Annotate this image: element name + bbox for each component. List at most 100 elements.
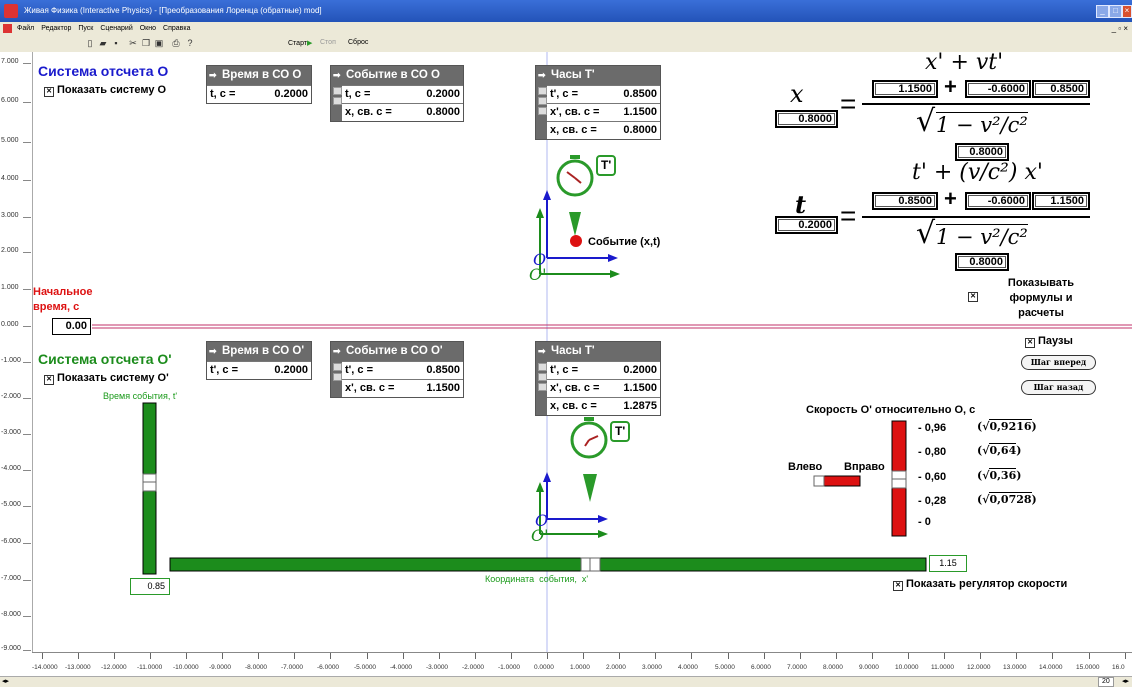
meter-value: 0.8500: [623, 88, 657, 100]
arrow-icon: ➡: [333, 70, 341, 80]
clock-bottom-icon: [570, 417, 608, 459]
meter-title: Событие в СО O: [346, 69, 440, 81]
speed-mark: - 0: [918, 516, 931, 528]
formula-t-denominator: 1 − v²/c²: [936, 224, 1028, 249]
meter-label: x, св. с =: [550, 124, 597, 136]
meter-label: t, c =: [345, 88, 371, 100]
sqrt-mark: (√0,0728): [977, 492, 1037, 506]
meter-value: 0.8000: [623, 124, 657, 136]
initial-time-input[interactable]: 0.00: [52, 318, 91, 335]
coord-value: 1.15: [929, 555, 967, 572]
step-forward-button[interactable]: Шаг вперед: [1021, 355, 1096, 370]
checkbox-icon: ✕: [44, 87, 54, 97]
x-n2-field: -0.6000: [965, 80, 1031, 98]
x-n3-field: 0.8500: [1032, 80, 1090, 98]
show-frame-op-checkbox[interactable]: ✕ Показать систему O': [44, 372, 169, 385]
show-speed-control-checkbox[interactable]: ✕ Показать регулятор скорости: [893, 578, 1067, 591]
formula-x-var: x: [790, 80, 804, 108]
sqrt-symbol: √: [916, 104, 936, 139]
meter-label: t', c =: [550, 364, 578, 376]
step-back-button[interactable]: Шаг назад: [1021, 380, 1096, 395]
show-frame-o-checkbox[interactable]: ✕ Показать систему O: [44, 84, 166, 97]
event-label: Событие (x,t): [588, 236, 661, 248]
checkbox-icon: ✕: [44, 375, 54, 385]
meter-value: 0.2000: [426, 88, 460, 100]
meter-title: Часы T': [551, 69, 595, 81]
plus-sign: +: [944, 74, 957, 99]
speed-title: Скорость O' относительно O, с: [806, 404, 976, 416]
formula-t-var: t: [795, 190, 807, 219]
t-n3-field: 1.1500: [1032, 192, 1090, 210]
meter-value: 0.2000: [274, 88, 308, 100]
meter-value: 1.1500: [426, 382, 460, 394]
arrow-icon: ➡: [209, 70, 217, 80]
clock-meter-op[interactable]: ➡ Часы T' t', c = 0.2000 x', св. с = 1.1500…: [535, 341, 661, 416]
t-n2-field: -0.6000: [965, 192, 1031, 210]
event-coord-slider: [169, 557, 927, 572]
time-meter-op[interactable]: ➡ Время в СО O' t', c = 0.2000: [206, 341, 312, 380]
x-n1-field: 1.1500: [872, 80, 938, 98]
meter-sidebar: [536, 85, 547, 139]
frame-o-heading: Система отсчета O: [38, 63, 169, 79]
meter-label: x', св. с =: [550, 382, 600, 394]
speed-mark: - 0,60: [918, 471, 947, 483]
event-time-label: Время события, t': [103, 391, 178, 401]
right-label: Вправо: [844, 461, 885, 473]
meter-label: t, c =: [210, 88, 236, 100]
speed-mark: - 0,28: [918, 495, 947, 507]
x-den-field: 0.8000: [955, 143, 1009, 161]
t-result-field: 0.2000: [775, 216, 838, 234]
event-meter-o[interactable]: ➡ Событие в СО O t, c = 0.2000 x, св. с = 0…: [330, 65, 464, 122]
event-marker-bottom: [583, 474, 597, 502]
show-formulas-checkbox[interactable]: ✕ Показывать формулы и расчеты: [968, 276, 1088, 321]
left-label: Влево: [788, 461, 823, 473]
arrow-icon: ➡: [333, 346, 341, 356]
meter-value: 1.2875: [623, 400, 657, 412]
time-meter-o[interactable]: ➡ Время в СО O t, c = 0.2000: [206, 65, 312, 104]
sqrt-symbol: √: [916, 216, 936, 251]
arrow-icon: ➡: [209, 346, 217, 356]
x-result-field: 0.8000: [775, 110, 838, 128]
direction-slider: [813, 475, 861, 487]
arrow-icon: ➡: [538, 70, 546, 80]
frame-op-heading: Система отсчета O': [38, 351, 172, 367]
speed-mark: - 0,96: [918, 422, 947, 434]
clock-bottom-label: T': [610, 421, 631, 442]
meter-value: 1.1500: [623, 382, 657, 394]
initial-time-label: Начальное время, с: [33, 286, 93, 313]
event-marker-top: [569, 212, 581, 236]
meter-sidebar: [331, 85, 342, 121]
meter-label: x', св. с =: [550, 106, 600, 118]
event-meter-op[interactable]: ➡ Событие в СО O' t', c = 0.8500 x', св. с…: [330, 341, 464, 398]
velocity-slider: [891, 420, 907, 537]
axes-o-top: [543, 190, 618, 262]
t-den-field: 0.8000: [955, 253, 1009, 271]
pauses-checkbox[interactable]: ✕ Паузы: [1025, 335, 1073, 348]
meter-label: x', св. с =: [345, 382, 395, 394]
sqrt-mark: (√0,9216): [977, 419, 1037, 433]
clock-top-icon: [556, 155, 594, 197]
meter-value: 0.8500: [426, 364, 460, 376]
meter-value: 0.8000: [426, 106, 460, 118]
speed-mark: - 0,80: [918, 446, 947, 458]
axis-o-prime-label: O': [531, 526, 549, 545]
meter-title: Часы T': [551, 345, 595, 357]
meter-label: t', c =: [550, 88, 578, 100]
clock-top-label: T': [596, 155, 617, 176]
sqrt-mark: (√0,64): [977, 443, 1022, 457]
meter-value: 0.2000: [274, 364, 308, 376]
t-n1-field: 0.8500: [872, 192, 938, 210]
meter-sidebar: [536, 361, 547, 415]
meter-label: x, св. с =: [345, 106, 392, 118]
meter-title: Событие в СО O': [346, 345, 443, 357]
checkbox-icon: ✕: [1025, 338, 1035, 348]
meter-value: 1.1500: [623, 106, 657, 118]
clock-meter-o[interactable]: ➡ Часы T' t', c = 0.8500 x', св. с = 1.1500…: [535, 65, 661, 140]
equals-sign: =: [840, 88, 857, 119]
meter-label: x, св. с =: [550, 400, 597, 412]
formula-t-numerator: t' + (v/c²) x': [912, 160, 1043, 185]
meter-title: Время в СО O': [222, 345, 305, 357]
meter-sidebar: [331, 361, 342, 397]
event-time-value: 0.85: [130, 578, 170, 595]
event-dot: [570, 235, 582, 247]
